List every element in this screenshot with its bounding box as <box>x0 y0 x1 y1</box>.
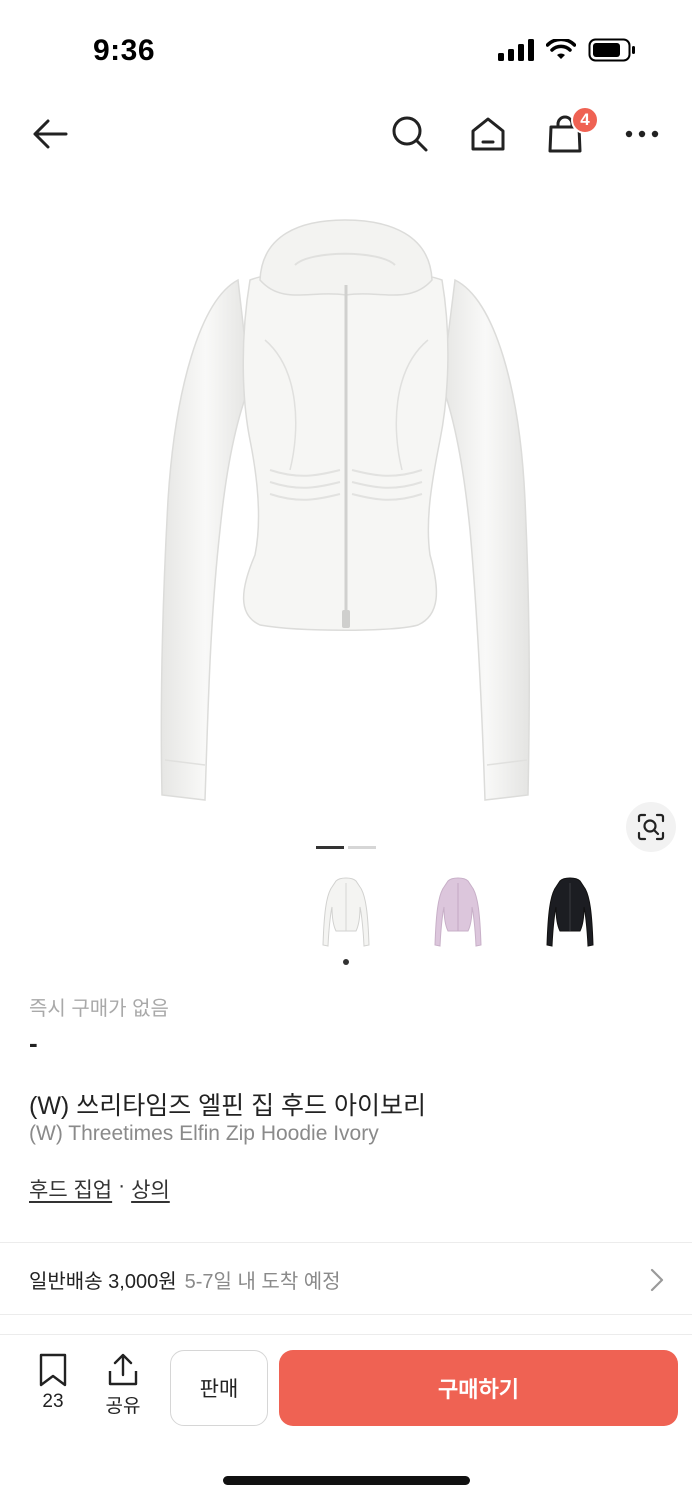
cart-count-badge: 4 <box>571 106 599 134</box>
variant-ivory-thumbnail <box>322 877 370 947</box>
shipping-eta: 5-7일 내 도착 예정 <box>184 1270 341 1293</box>
variant-selector <box>310 870 606 954</box>
bookmark-icon <box>39 1353 67 1387</box>
status-time: 9:36 <box>93 34 156 67</box>
product-image[interactable] <box>0 170 692 830</box>
back-arrow-icon <box>33 119 68 149</box>
product-title-en: (W) Threetimes Elfin Zip Hoodie Ivory <box>29 1122 379 1145</box>
pager-indicator-active <box>316 846 344 849</box>
pager-indicator <box>348 846 376 849</box>
home-button[interactable] <box>466 112 510 156</box>
status-icons <box>498 38 636 62</box>
cart-button[interactable]: 4 <box>543 106 599 156</box>
selected-variant-dot <box>343 959 349 965</box>
shipping-option-row[interactable]: 일반배송 3,000원 5-7일 내 도착 예정 <box>0 1244 692 1314</box>
category-link-main[interactable]: 상의 <box>131 1174 170 1204</box>
category-link-sub[interactable]: 후드 집업 <box>29 1174 112 1204</box>
search-icon <box>392 116 428 152</box>
share-icon <box>108 1353 138 1386</box>
variant-black-thumbnail <box>546 877 594 947</box>
variant-pink-thumbnail <box>434 877 482 947</box>
shipping-label: 일반배송 3,000원 <box>29 1270 177 1293</box>
instant-buy-price-label: 즉시 구매가 없음 <box>29 998 169 1020</box>
wifi-icon <box>546 39 576 59</box>
search-button[interactable] <box>388 112 432 156</box>
instant-buy-price-value: - <box>29 1028 38 1058</box>
share-label: 공유 <box>105 1396 141 1417</box>
more-icon <box>625 130 659 138</box>
category-breadcrumb: 후드 집업 · 상의 <box>29 1174 170 1204</box>
lens-search-button[interactable] <box>626 802 676 852</box>
product-title-ko: (W) 쓰리타임즈 엘핀 집 후드 아이보리 <box>29 1092 426 1120</box>
variant-ivory[interactable] <box>310 870 382 954</box>
back-button[interactable] <box>28 112 72 156</box>
buy-button[interactable]: 구매하기 <box>279 1350 678 1426</box>
variant-pink[interactable] <box>422 870 494 954</box>
bookmark-button[interactable]: 23 <box>30 1353 76 1423</box>
home-icon <box>471 117 505 151</box>
image-pager <box>316 846 376 849</box>
bookmark-count: 23 <box>42 1391 64 1412</box>
more-button[interactable] <box>620 112 664 156</box>
lens-search-icon <box>637 813 665 841</box>
category-separator: · <box>118 1174 126 1197</box>
sell-button[interactable]: 판매 <box>170 1350 268 1426</box>
battery-icon <box>588 38 635 62</box>
share-button[interactable]: 공유 <box>100 1353 146 1423</box>
hoodie-illustration <box>160 219 530 801</box>
top-nav: 4 <box>0 100 692 168</box>
signal-icon <box>498 39 534 61</box>
status-bar: 9:36 <box>0 0 692 100</box>
variant-black[interactable] <box>534 870 606 954</box>
divider <box>0 1242 692 1243</box>
divider <box>0 1314 692 1315</box>
chevron-right-icon <box>650 1268 664 1292</box>
home-indicator[interactable] <box>223 1476 470 1485</box>
